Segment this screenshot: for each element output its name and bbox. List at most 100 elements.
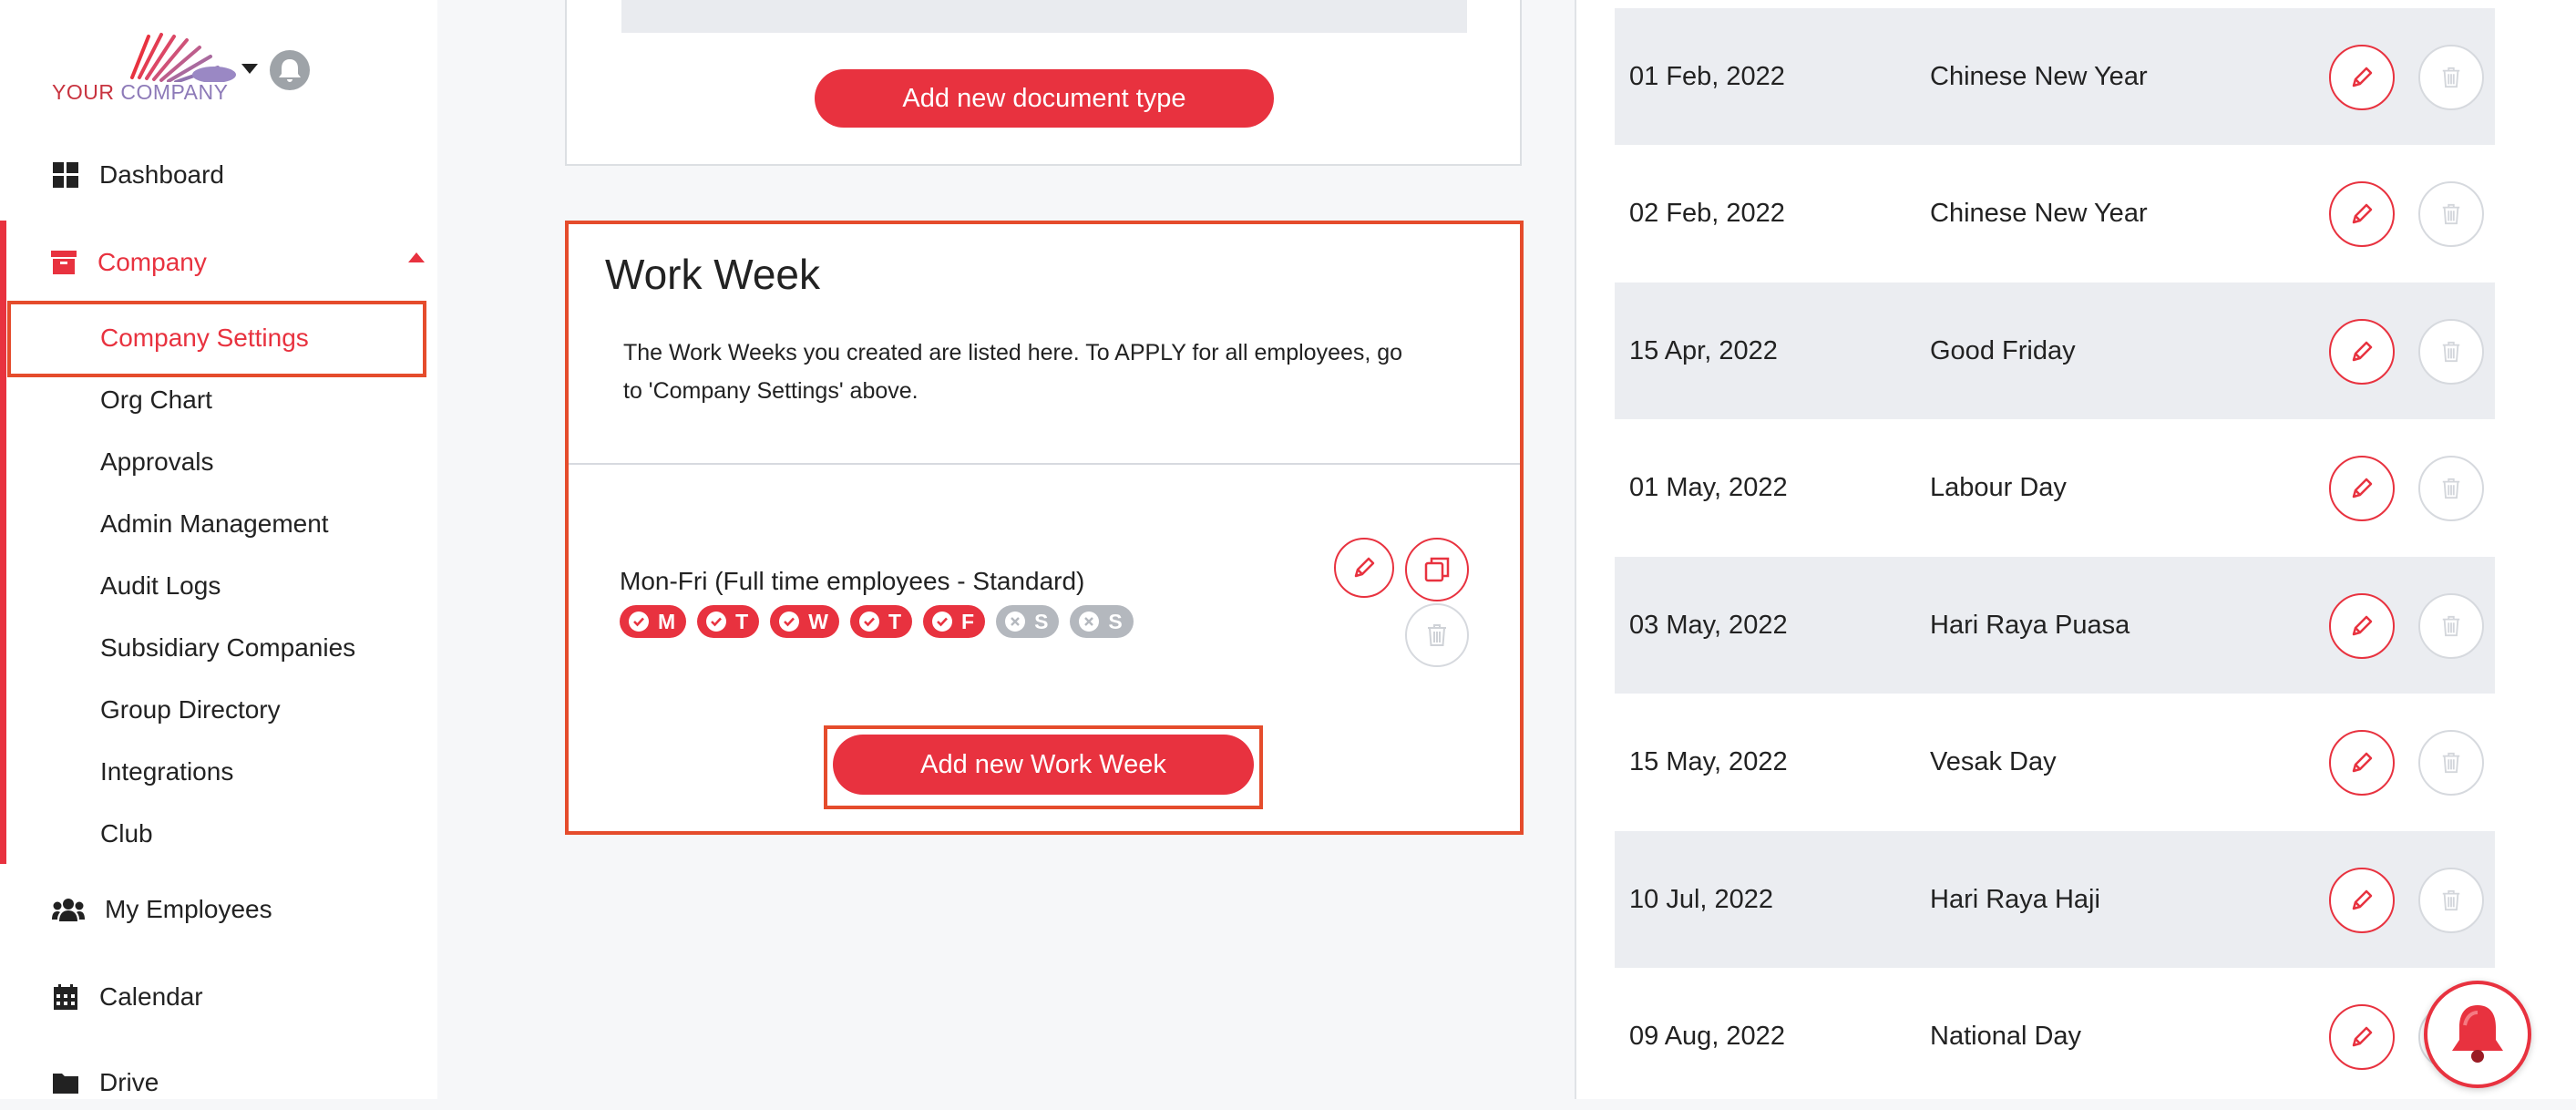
document-type-list-area [621,0,1467,33]
day-letter: S [1034,609,1049,633]
nav-drive[interactable]: Drive [52,1055,159,1110]
holidays-panel: 01 Jan, 2022 New Year's Day 01 Feb, 2022 Ch… [1575,0,2576,1099]
holiday-date: 01 Jan, 2022 [1629,0,1782,7]
nav-approvals[interactable]: Approvals [100,447,214,477]
nav-dashboard[interactable]: Dashboard [52,148,224,202]
delete-work-week-button[interactable] [1405,603,1469,667]
day-pill: T [697,605,760,638]
nav-drive-label: Drive [99,1068,159,1096]
delete-holiday-button[interactable] [2418,181,2484,247]
holiday-date: 01 Feb, 2022 [1629,61,1785,91]
edit-holiday-button[interactable] [2329,45,2395,110]
delete-holiday-button[interactable] [2418,593,2484,659]
holiday-name: Hari Raya Haji [1930,884,2100,914]
day-letter: S [1108,609,1123,633]
x-icon [1005,612,1026,632]
users-icon [52,896,85,923]
delete-holiday-button[interactable] [2418,456,2484,521]
nav-audit-logs[interactable]: Audit Logs [100,571,221,601]
holiday-name: New Year's Day [1930,0,2116,7]
sidebar: YOUR COMPANY Dashboard Company Company S… [0,0,437,1099]
holiday-row: 10 Jul, 2022 Hari Raya Haji [1615,831,2495,968]
day-letter: T [735,609,749,633]
edit-holiday-button[interactable] [2329,868,2395,933]
check-icon [932,612,953,632]
holiday-row: 15 Apr, 2022 Good Friday [1615,283,2495,419]
day-letter: W [808,609,828,633]
trash-icon [2442,889,2460,911]
add-work-week-button[interactable]: Add new Work Week [833,735,1254,795]
work-week-days: MTWTFSS [620,605,1134,638]
holiday-name: Vesak Day [1930,746,2057,776]
holiday-name: Good Friday [1930,335,2076,365]
nav-club[interactable]: Club [100,819,153,848]
work-week-card: Work Week The Work Weeks you created are… [565,221,1524,835]
delete-holiday-button[interactable] [2418,45,2484,110]
holiday-date: 15 May, 2022 [1629,746,1788,776]
nav-company-settings[interactable]: Company Settings [100,324,309,353]
nav-org-chart[interactable]: Org Chart [100,385,212,415]
holiday-name: Hari Raya Puasa [1930,610,2130,640]
trash-icon [2442,341,2460,363]
delete-holiday-button[interactable] [2418,868,2484,933]
floating-notification-button[interactable] [2424,981,2531,1088]
edit-holiday-button[interactable] [2329,1004,2395,1070]
edit-holiday-button[interactable] [2329,593,2395,659]
holiday-name: National Day [1930,1021,2082,1051]
edit-holiday-button[interactable] [2329,730,2395,796]
trash-icon [2442,752,2460,774]
duplicate-work-week-button[interactable] [1405,538,1469,601]
nav-subsidiary-companies[interactable]: Subsidiary Companies [100,633,355,663]
holiday-name: Chinese New Year [1930,61,2148,91]
nav-admin-management[interactable]: Admin Management [100,509,329,539]
active-section-indicator [0,221,6,864]
holiday-date: 09 Aug, 2022 [1629,1021,1785,1051]
nav-group-directory[interactable]: Group Directory [100,695,281,725]
day-pill: T [849,605,913,638]
holiday-name: Chinese New Year [1930,198,2148,228]
divider [569,463,1520,465]
trash-icon [2442,615,2460,637]
document-types-card: Add new document type [565,0,1522,166]
holiday-row: 01 Feb, 2022 Chinese New Year [1615,8,2495,145]
holiday-date: 02 Feb, 2022 [1629,198,1785,228]
holiday-row: 01 Jan, 2022 New Year's Day [1615,0,2495,7]
add-document-type-button[interactable]: Add new document type [815,69,1274,128]
company-switch-caret-icon[interactable] [241,64,258,74]
day-pill: S [1070,605,1134,638]
edit-holiday-button[interactable] [2329,181,2395,247]
nav-my-employees[interactable]: My Employees [52,882,272,937]
notification-bell-icon[interactable] [270,50,310,90]
holiday-row: 03 May, 2022 Hari Raya Puasa [1615,557,2495,694]
edit-holiday-button[interactable] [2329,456,2395,521]
work-week-description: The Work Weeks you created are listed he… [623,340,1403,404]
company-logo[interactable]: YOUR COMPANY [50,27,236,109]
pencil-icon [2352,341,2373,362]
collapse-caret-icon[interactable] [408,252,425,262]
pencil-icon [1354,557,1375,578]
day-letter: F [961,609,975,633]
nav-calendar[interactable]: Calendar [52,970,203,1024]
holiday-row: 15 May, 2022 Vesak Day [1615,694,2495,830]
holiday-date: 15 Apr, 2022 [1629,335,1778,365]
edit-holiday-button[interactable] [2329,319,2395,385]
company-icon [50,249,77,276]
pencil-icon [2352,615,2373,636]
day-pill: M [620,605,687,638]
holiday-row: 01 May, 2022 Labour Day [1615,419,2495,556]
edit-work-week-button[interactable] [1334,538,1394,598]
work-week-title: Work Week [605,251,821,298]
pencil-icon [2352,478,2373,498]
day-letter: M [658,609,676,633]
delete-holiday-button[interactable] [2418,319,2484,385]
nav-company-label: Company [97,248,207,276]
check-icon [858,612,879,632]
holiday-date: 03 May, 2022 [1629,610,1788,640]
trash-icon [2442,478,2460,499]
delete-holiday-button[interactable] [2418,730,2484,796]
x-icon [1079,612,1100,632]
nav-integrations[interactable]: Integrations [100,757,233,786]
pencil-icon [2352,1026,2373,1047]
nav-company[interactable]: Company [50,235,207,290]
pencil-icon [2352,203,2373,224]
